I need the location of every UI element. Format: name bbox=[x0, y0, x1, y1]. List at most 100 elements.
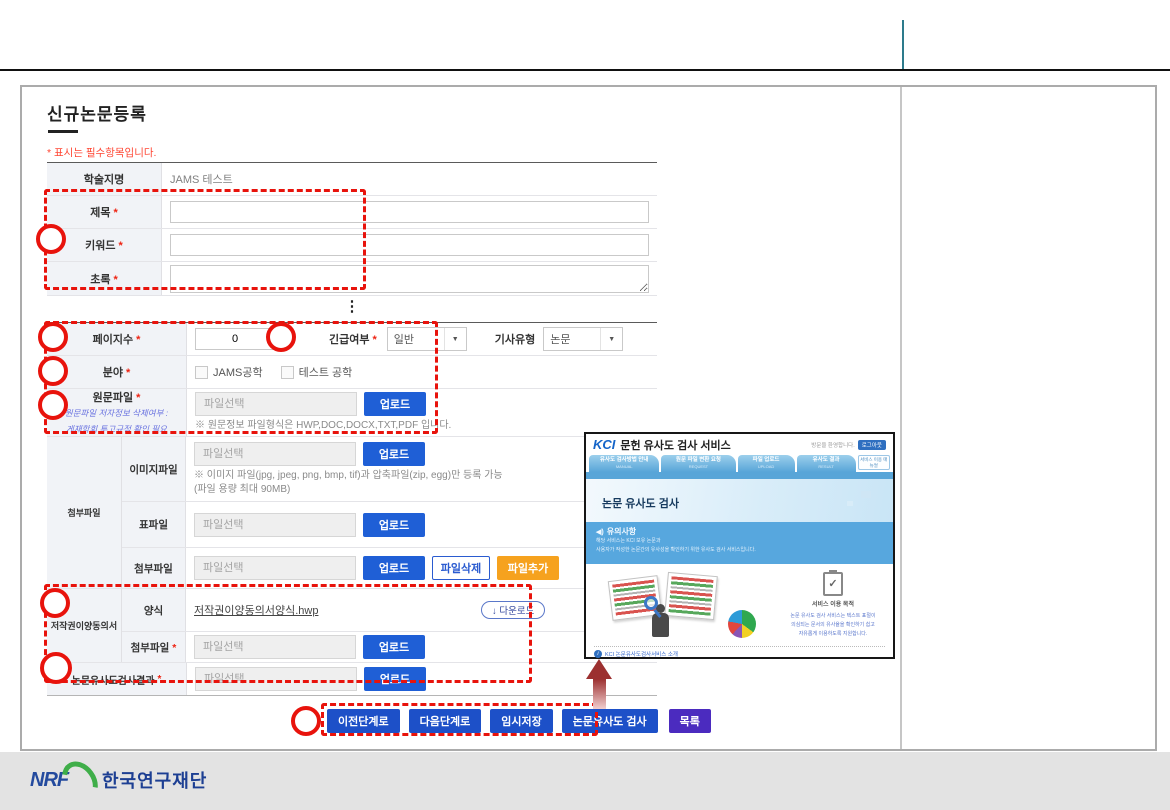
chevron-down-icon[interactable]: ▼ bbox=[600, 328, 622, 350]
urgency-select[interactable]: 일반 ▼ bbox=[387, 327, 467, 351]
table-row: 첨부파일 파일선택 업로드 파일삭제 파일추가 bbox=[122, 548, 657, 588]
table-row: 제목* bbox=[47, 196, 657, 229]
kci-tab-manual[interactable]: 유사도 검사방법 안내MANUAL bbox=[589, 455, 659, 472]
kci-tab-bar: 유사도 검사방법 안내MANUAL 원문 파일 변환 요청REQUEST 파일 … bbox=[589, 455, 890, 472]
similarity-check-button[interactable]: 논문유사도 검사 bbox=[562, 709, 658, 733]
field-option-label: JAMS공학 bbox=[213, 364, 263, 380]
attachment-group: 첨부파일 이미지파일 파일선택 업로드 ※ 이미지 파일(jpg, jpeg, … bbox=[47, 437, 657, 589]
header-vertical-divider bbox=[902, 20, 904, 69]
fulltext-file-select[interactable]: 파일선택 bbox=[195, 392, 357, 416]
kci-tab-result[interactable]: 유사도 결과RESULT bbox=[797, 455, 856, 472]
attach-file-select[interactable]: 파일선택 bbox=[194, 556, 356, 580]
kci-purpose-line: 의심되는 문서의 유사율을 확인하기 쉽고 bbox=[782, 621, 884, 630]
image-upload-button[interactable]: 업로드 bbox=[363, 442, 425, 466]
page-footer: NRF 한국연구재단 bbox=[0, 752, 1170, 810]
kci-tab-strip bbox=[586, 472, 893, 479]
required-mark: * bbox=[126, 367, 130, 379]
table-row: 양식 저작권이양동의서양식.hwp ↓ 다운로드 bbox=[122, 589, 657, 632]
fulltext-format-note: ※ 원문정보 파일형식은 HWP,DOC,DOCX,TXT,PDF 입니다. bbox=[195, 419, 451, 433]
kci-purpose-line: 논문 유사도 검사 서비스는 텍스트 표절이 bbox=[782, 612, 884, 621]
title-label: 제목 bbox=[90, 207, 110, 219]
similarity-upload-button[interactable]: 업로드 bbox=[364, 667, 426, 691]
kci-notice-title: 유의사항 bbox=[607, 527, 636, 536]
required-mark: * bbox=[136, 392, 140, 404]
copyright-transfer-group: 저작권이양동의서 양식 저작권이양동의서양식.hwp ↓ 다운로드 첨부파일* … bbox=[47, 589, 657, 663]
file-add-button[interactable]: 파일추가 bbox=[497, 556, 559, 580]
kci-service-title: 문헌 유사도 검사 서비스 bbox=[620, 437, 730, 453]
fulltext-upload-button[interactable]: 업로드 bbox=[364, 392, 426, 416]
required-mark: * bbox=[172, 642, 176, 654]
copyright-file-select[interactable]: 파일선택 bbox=[194, 635, 356, 659]
abstract-label: 초록 bbox=[90, 274, 110, 286]
info-icon: i bbox=[594, 650, 602, 658]
form-action-bar: 이전단계로 다음단계로 임시저장 논문유사도 검사 목록 bbox=[327, 709, 711, 733]
field-checkbox-jams[interactable] bbox=[195, 366, 208, 379]
table-row: 학술지명 JAMS 테스트 bbox=[47, 163, 657, 196]
clipboard-check-icon: ✓ bbox=[823, 572, 843, 596]
annotation-arrow-up-icon bbox=[593, 679, 606, 709]
kci-intro-link[interactable]: KCI 논문유사도검사서비스 소개 bbox=[605, 650, 678, 658]
attach-upload-button[interactable]: 업로드 bbox=[363, 556, 425, 580]
kci-purpose-line: 자유롭게 이용하도록 지원합니다. bbox=[782, 630, 884, 639]
image-file-label: 이미지파일 bbox=[129, 462, 177, 477]
speaker-icon: ◀) bbox=[596, 529, 604, 536]
kci-tab-upload[interactable]: 파일 업로드UPLOAD bbox=[738, 455, 795, 472]
journal-name-value: JAMS 테스트 bbox=[170, 171, 233, 187]
keyword-label: 키워드 bbox=[85, 240, 115, 252]
nrf-logo-swoosh bbox=[55, 755, 105, 808]
copyright-upload-button[interactable]: 업로드 bbox=[363, 635, 425, 659]
paper-detail-table: 페이지수* 긴급여부* 일반 ▼ 기사유형 논문 ▼ 분야* JAMS공학 bbox=[47, 322, 657, 696]
kci-logout-button[interactable]: 로그아웃 bbox=[858, 440, 886, 450]
table-row: 논문유사도검사결과* 파일선택 업로드 bbox=[47, 663, 657, 695]
chevron-down-icon[interactable]: ▼ bbox=[444, 328, 466, 350]
temp-save-button[interactable]: 임시저장 bbox=[490, 709, 552, 733]
file-delete-button[interactable]: 파일삭제 bbox=[432, 556, 490, 580]
title-input[interactable] bbox=[170, 201, 649, 223]
image-file-select[interactable]: 파일선택 bbox=[194, 442, 356, 466]
attachment-group-label: 첨부파일 bbox=[47, 437, 122, 588]
nrf-logo: NRF bbox=[30, 760, 100, 802]
title-underline bbox=[48, 130, 78, 133]
hero-decoration bbox=[861, 491, 871, 498]
pie-chart-illustration bbox=[728, 610, 756, 638]
similarity-result-label: 논문유사도검사결과 bbox=[72, 672, 155, 687]
page-title: 신규논문등록 bbox=[47, 100, 147, 125]
table-file-upload-button[interactable]: 업로드 bbox=[363, 513, 425, 537]
kci-purpose-title: 서비스 이용 목적 bbox=[782, 599, 884, 608]
article-type-selected-value: 논문 bbox=[544, 331, 600, 347]
table-row: 초록* bbox=[47, 262, 657, 296]
next-step-button[interactable]: 다음단계로 bbox=[409, 709, 482, 733]
table-row: 원문파일* 원문파일 저자정보 삭제여부 : 게재학회 투고규정 확인 필요 파… bbox=[47, 389, 657, 437]
keyword-input[interactable] bbox=[170, 234, 649, 256]
list-button[interactable]: 목록 bbox=[669, 709, 711, 733]
table-row: 분야* JAMS공학 테스트 공학 bbox=[47, 356, 657, 389]
table-row: 첨부파일* 파일선택 업로드 bbox=[122, 632, 657, 662]
image-file-size-note: (파일 용량 최대 90MB) bbox=[194, 484, 290, 495]
fulltext-author-info-note: 원문파일 저자정보 삭제여부 : bbox=[65, 407, 168, 421]
abstract-textarea[interactable] bbox=[170, 265, 649, 293]
copyright-attach-label: 첨부파일 bbox=[131, 642, 170, 654]
required-mark: * bbox=[119, 240, 123, 252]
annotation-arrow-up-icon bbox=[586, 659, 612, 679]
similarity-file-select[interactable]: 파일선택 bbox=[195, 667, 357, 691]
attach-file-label: 첨부파일 bbox=[134, 561, 173, 576]
hero-decoration bbox=[847, 501, 853, 506]
table-file-select[interactable]: 파일선택 bbox=[194, 513, 356, 537]
download-button[interactable]: ↓ 다운로드 bbox=[481, 601, 545, 619]
pages-input[interactable] bbox=[195, 328, 275, 350]
copyright-template-link[interactable]: 저작권이양동의서양식.hwp bbox=[194, 602, 318, 618]
field-checkbox-test[interactable] bbox=[281, 366, 294, 379]
urgency-label: 긴급여부 bbox=[329, 334, 369, 346]
required-mark: * bbox=[372, 334, 376, 346]
prev-step-button[interactable]: 이전단계로 bbox=[327, 709, 400, 733]
magnifier-icon bbox=[644, 596, 658, 610]
kci-hero-title: 논문 유사도 검사 bbox=[602, 495, 679, 511]
fulltext-author-info-note: 게재학회 투고규정 확인 필요 bbox=[66, 423, 167, 437]
kci-notice-line: 해당 서비스는 KCI 보유 논문과 bbox=[596, 537, 883, 546]
template-label: 양식 bbox=[144, 603, 163, 618]
header-rule bbox=[0, 69, 1170, 71]
article-type-select[interactable]: 논문 ▼ bbox=[543, 327, 623, 351]
kci-manual-button[interactable]: 서비스 이용 매뉴얼 bbox=[858, 455, 890, 470]
required-mark: * bbox=[157, 674, 161, 685]
kci-tab-convert-request[interactable]: 원문 파일 변환 요청REQUEST bbox=[661, 455, 735, 472]
